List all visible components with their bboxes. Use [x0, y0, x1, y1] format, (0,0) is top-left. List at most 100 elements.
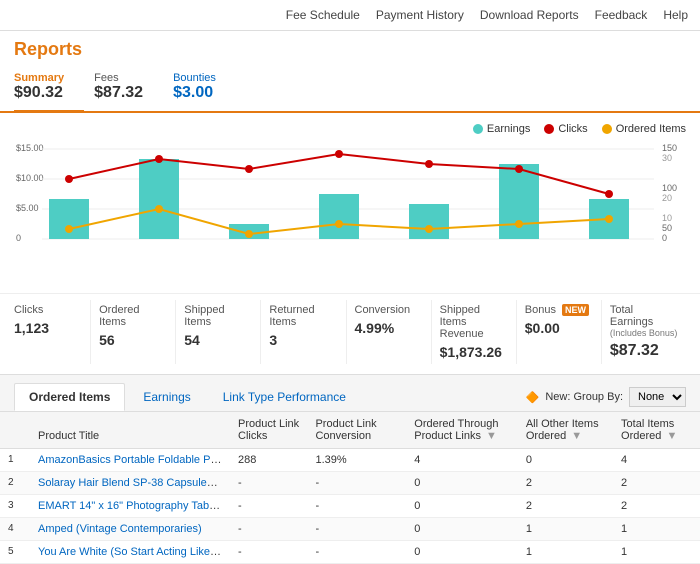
product-title-cell: Amped (Vintage Contemporaries) [30, 518, 230, 541]
row-num: 2 [0, 472, 30, 495]
table-header-row: Product Title Product Link Clicks Produc… [0, 412, 700, 449]
chart-area: Earnings Clicks Ordered Items $15.00 $10… [0, 113, 700, 293]
section-tabs: Ordered Items Earnings Link Type Perform… [0, 374, 700, 411]
stat-returned-items-value: 3 [269, 332, 337, 348]
legend-ordered-dot [602, 124, 612, 134]
svg-text:50: 50 [662, 223, 672, 233]
svg-text:30: 30 [662, 153, 672, 163]
chart-legend: Earnings Clicks Ordered Items [14, 123, 686, 135]
nav-feedback[interactable]: Feedback [595, 8, 648, 22]
product-link-conversion-cell: - [307, 518, 406, 541]
ordered-through-cell: 0 [406, 518, 518, 541]
stat-shipped-revenue: Shipped Items Revenue $1,873.26 [432, 300, 517, 364]
stat-total-earnings: Total Earnings (Includes Bonus) $87.32 [602, 300, 686, 364]
row-num: 3 [0, 495, 30, 518]
legend-ordered: Ordered Items [602, 123, 686, 135]
nav-help[interactable]: Help [663, 8, 688, 22]
stat-conversion: Conversion 4.99% [347, 300, 432, 364]
nav-payment-history[interactable]: Payment History [376, 8, 464, 22]
all-other-items-cell: 1 [518, 541, 613, 564]
total-items-cell: 4 [613, 449, 700, 472]
product-title-link[interactable]: AmazonBasics Portable Foldable Photo Stu… [38, 454, 230, 466]
total-items-cell: 1 [613, 518, 700, 541]
svg-text:0: 0 [662, 233, 667, 243]
tab-summary-label: Summary [14, 72, 64, 84]
sort-arrow-ordered: ▼ [486, 430, 497, 442]
ordered-through-cell: 4 [406, 449, 518, 472]
group-by-new-label: 🔶 [526, 391, 540, 404]
product-link-clicks-cell: - [230, 495, 307, 518]
stat-bonus-value: $0.00 [525, 320, 593, 336]
all-other-items-cell: 2 [518, 472, 613, 495]
stat-clicks: Clicks 1,123 [14, 300, 91, 364]
ordered-through-cell: 0 [406, 541, 518, 564]
tab-ordered-items[interactable]: Ordered Items [14, 383, 125, 411]
stat-bonus-label: Bonus NEW [525, 304, 593, 316]
tab-earnings[interactable]: Earnings [129, 384, 204, 410]
product-link-clicks-cell: - [230, 541, 307, 564]
product-title-link[interactable]: Amped (Vintage Contemporaries) [38, 523, 202, 535]
svg-text:20: 20 [662, 193, 672, 203]
ordered-through-cell: 0 [406, 495, 518, 518]
stat-conversion-label: Conversion [355, 304, 423, 316]
table-row: 4 Amped (Vintage Contemporaries) - - 0 1… [0, 518, 700, 541]
total-items-cell: 2 [613, 472, 700, 495]
th-ordered-through[interactable]: Ordered Through Product Links ▼ [406, 412, 518, 449]
all-other-items-cell: 1 [518, 518, 613, 541]
product-link-clicks-cell: 288 [230, 449, 307, 472]
stat-shipped-revenue-label: Shipped Items Revenue [440, 304, 508, 340]
stat-shipped-items-value: 54 [184, 332, 252, 348]
all-other-items-cell: 0 [518, 449, 613, 472]
tab-link-type-performance[interactable]: Link Type Performance [209, 384, 360, 410]
th-all-other-items[interactable]: All Other Items Ordered ▼ [518, 412, 613, 449]
product-title-cell: You Are White (So Start Acting Like One)… [30, 541, 230, 564]
tab-summary-value: $90.32 [14, 84, 64, 102]
group-by-select[interactable]: None [629, 387, 686, 407]
product-title-link[interactable]: You Are White (So Start Acting Like One)… [38, 546, 230, 558]
top-nav: Fee Schedule Payment History Download Re… [0, 0, 700, 31]
product-title-link[interactable]: Solaray Hair Blend SP-38 Capsules, 100 C… [38, 477, 230, 489]
svg-text:$15.00: $15.00 [16, 143, 44, 153]
stat-ordered-items: Ordered Items 56 [91, 300, 176, 364]
legend-clicks-dot [544, 124, 554, 134]
stats-row: Clicks 1,123 Ordered Items 56 Shipped It… [0, 293, 700, 374]
data-table: Product Title Product Link Clicks Produc… [0, 411, 700, 564]
tab-fees[interactable]: Fees $87.32 [94, 64, 163, 111]
table-row: 3 EMART 14" x 16" Photography Table Top … [0, 495, 700, 518]
legend-ordered-label: Ordered Items [616, 123, 686, 135]
stat-clicks-value: 1,123 [14, 320, 82, 336]
legend-earnings-dot [473, 124, 483, 134]
group-by-label: New: Group By: [545, 391, 623, 403]
stat-total-earnings-label: Total Earnings (Includes Bonus) [610, 304, 678, 338]
th-product-title: Product Title [30, 412, 230, 449]
product-title-cell: AmazonBasics Portable Foldable Photo Stu… [30, 449, 230, 472]
legend-earnings-label: Earnings [487, 123, 530, 135]
stat-conversion-value: 4.99% [355, 320, 423, 336]
product-title-link[interactable]: EMART 14" x 16" Photography Table Top Li… [38, 500, 230, 512]
product-link-conversion-cell: - [307, 472, 406, 495]
tab-fees-value: $87.32 [94, 84, 143, 102]
product-link-clicks-cell: - [230, 472, 307, 495]
svg-text:0: 0 [16, 233, 21, 243]
nav-fee-schedule[interactable]: Fee Schedule [286, 8, 360, 22]
svg-text:$10.00: $10.00 [16, 173, 44, 183]
product-link-conversion-cell: - [307, 541, 406, 564]
tab-bounties[interactable]: Bounties $3.00 [173, 64, 236, 111]
tab-bounties-value: $3.00 [173, 84, 216, 102]
stat-ordered-items-value: 56 [99, 332, 167, 348]
stat-shipped-items-label: Shipped Items [184, 304, 252, 328]
tab-bounties-label: Bounties [173, 72, 216, 84]
nav-download-reports[interactable]: Download Reports [480, 8, 579, 22]
table-row: 1 AmazonBasics Portable Foldable Photo S… [0, 449, 700, 472]
tab-fees-label: Fees [94, 72, 143, 84]
tab-summary[interactable]: Summary $90.32 [14, 64, 84, 113]
stat-ordered-items-label: Ordered Items [99, 304, 167, 328]
svg-text:$5.00: $5.00 [16, 203, 39, 213]
product-link-clicks-cell: - [230, 518, 307, 541]
table-row: 2 Solaray Hair Blend SP-38 Capsules, 100… [0, 472, 700, 495]
chart-svg: $15.00 $10.00 $5.00 0 150 100 50 0 30 20… [14, 139, 686, 289]
th-total-items[interactable]: Total Items Ordered ▼ [613, 412, 700, 449]
page-title-bar: Reports [0, 31, 700, 64]
row-num: 5 [0, 541, 30, 564]
legend-clicks-label: Clicks [558, 123, 587, 135]
